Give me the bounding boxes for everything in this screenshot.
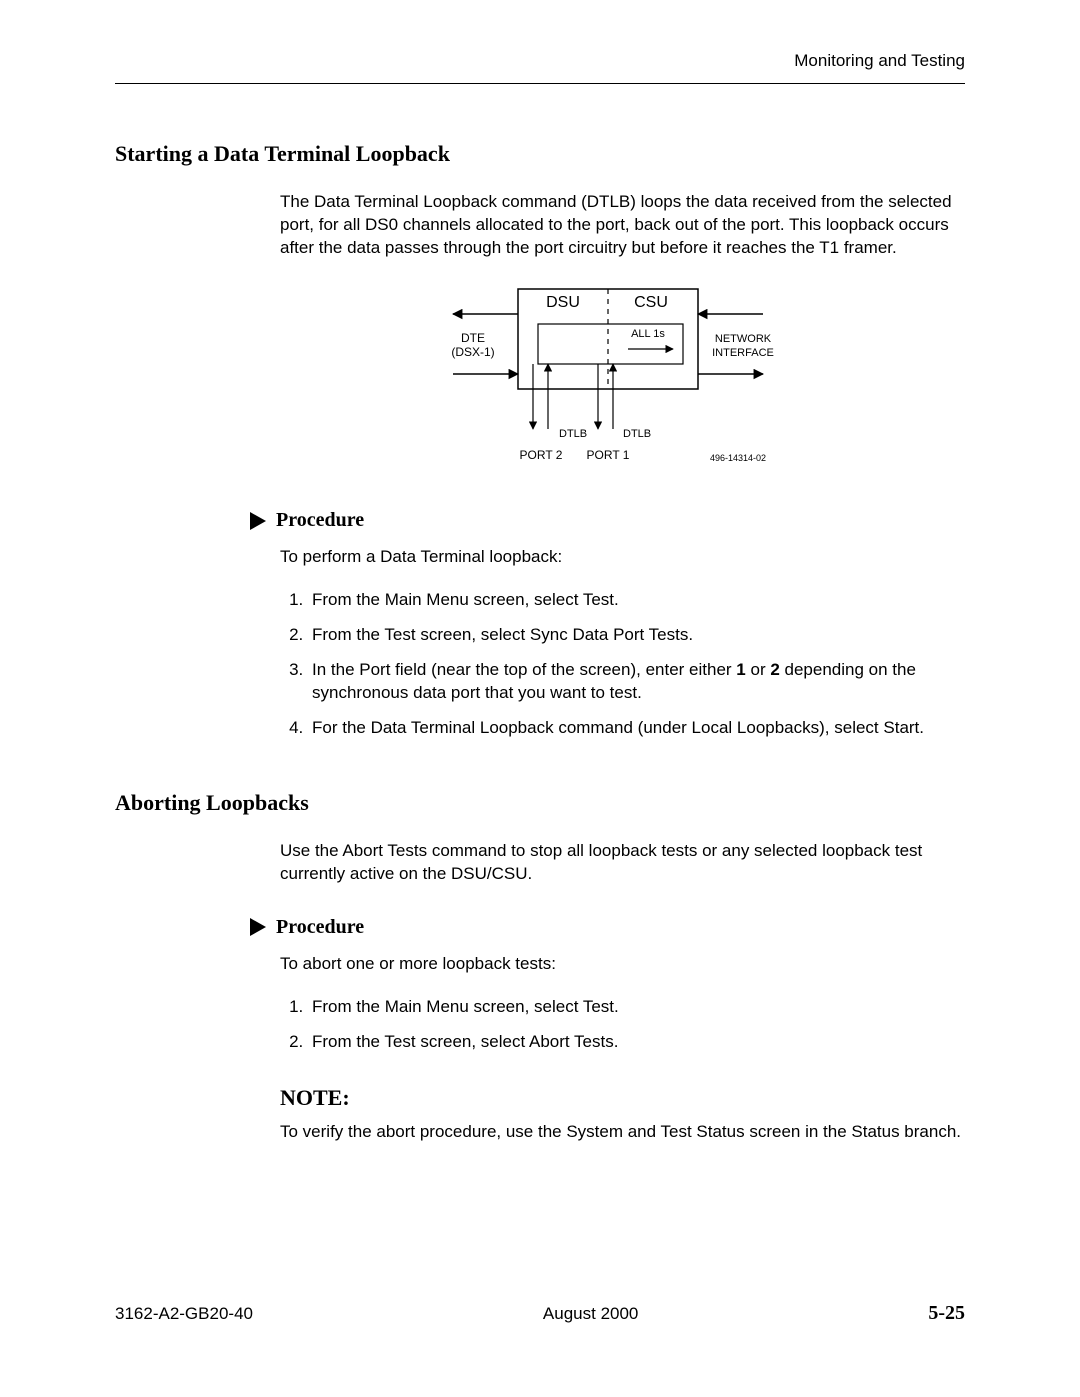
procedure-heading-2: Procedure: [250, 914, 965, 941]
footer-doc: 3162-A2-GB20-40: [115, 1303, 253, 1326]
dte-label-1: DTE: [461, 331, 485, 345]
step: For the Data Terminal Loopback command (…: [308, 717, 965, 740]
dtlb-label-1: DTLB: [559, 428, 587, 440]
step: In the Port field (near the top of the s…: [308, 659, 965, 705]
dsu-label: DSU: [546, 294, 580, 311]
footer-date: August 2000: [543, 1303, 638, 1326]
triangle-icon: [250, 512, 266, 530]
diagram-dtlb: DSU CSU ALL 1s DTE (DSX-1) NETWORK INTER…: [280, 279, 965, 479]
footer-page: 5-25: [928, 1300, 965, 1327]
procedure-heading-1: Procedure: [250, 507, 965, 534]
figure-number: 496-14314-02: [709, 453, 765, 463]
note-text: To verify the abort procedure, use the S…: [280, 1121, 965, 1144]
heading-abort: Aborting Loopbacks: [115, 788, 965, 818]
section-name: Monitoring and Testing: [794, 51, 965, 70]
port2-label: PORT 2: [519, 448, 562, 462]
step: From the Test screen, select Abort Tests…: [308, 1031, 965, 1054]
csu-label: CSU: [634, 294, 668, 311]
step: From the Test screen, select Sync Data P…: [308, 624, 965, 647]
all1s-label: ALL 1s: [631, 328, 665, 340]
procedure-label-1: Procedure: [276, 507, 364, 534]
intro-paragraph: The Data Terminal Loopback command (DTLB…: [280, 191, 965, 260]
dte-label-2: (DSX-1): [451, 345, 494, 359]
procedure-label-2: Procedure: [276, 914, 364, 941]
page-footer: 3162-A2-GB20-40 August 2000 5-25: [115, 1300, 965, 1327]
procedure-intro-1: To perform a Data Terminal loopback:: [280, 546, 965, 569]
procedure-steps-2: From the Main Menu screen, select Test. …: [308, 996, 965, 1054]
net-label-2: INTERFACE: [712, 347, 774, 359]
procedure-steps-1: From the Main Menu screen, select Test. …: [308, 589, 965, 740]
page-header: Monitoring and Testing: [115, 50, 965, 84]
procedure-intro-2: To abort one or more loopback tests:: [280, 953, 965, 976]
abort-intro: Use the Abort Tests command to stop all …: [280, 840, 965, 886]
note-label: NOTE:: [280, 1083, 965, 1113]
triangle-icon: [250, 918, 266, 936]
step: From the Main Menu screen, select Test.: [308, 589, 965, 612]
dtlb-label-2: DTLB: [623, 428, 651, 440]
heading-dtlb: Starting a Data Terminal Loopback: [115, 139, 965, 169]
port1-label: PORT 1: [586, 448, 629, 462]
net-label-1: NETWORK: [714, 333, 771, 345]
step: From the Main Menu screen, select Test.: [308, 996, 965, 1019]
